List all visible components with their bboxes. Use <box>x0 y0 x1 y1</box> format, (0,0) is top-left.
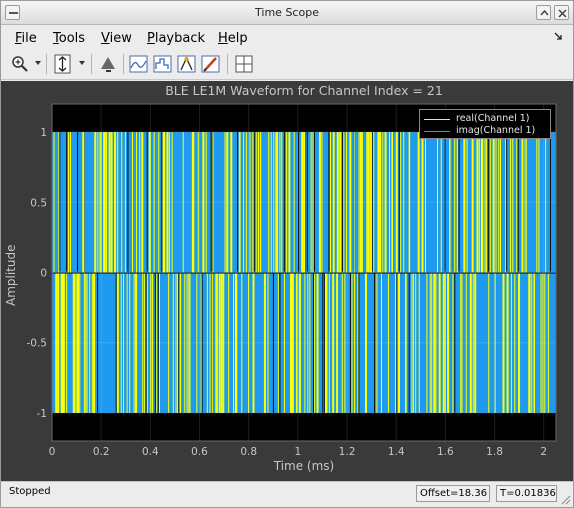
x-tick-label: 0.6 <box>191 446 208 458</box>
scale-dropdown-icon[interactable] <box>78 59 86 67</box>
status-state: Stopped <box>9 486 51 497</box>
x-tick-label: 0.2 <box>93 446 110 458</box>
signal-gap <box>146 132 148 272</box>
legend-line-real <box>424 119 450 120</box>
style-button[interactable] <box>97 53 119 75</box>
maximize-icon <box>540 9 549 16</box>
scale-axes-icon <box>54 54 71 74</box>
menu-view[interactable]: View <box>101 31 132 46</box>
x-tick-label: 1.4 <box>388 446 405 458</box>
y-tick-label: 1 <box>40 127 47 139</box>
close-icon <box>558 9 567 18</box>
x-tick-label: 2 <box>540 446 547 458</box>
signal-gap <box>487 132 489 272</box>
signal-gap <box>66 132 68 272</box>
maximize-button[interactable] <box>536 5 551 20</box>
signal-gap <box>549 132 551 272</box>
signal-gap <box>283 132 285 272</box>
x-tick-label: 0.4 <box>142 446 159 458</box>
x-tick-label: 0 <box>49 446 56 458</box>
status-time: T=0.01836 <box>496 485 557 502</box>
signal-gap <box>161 132 163 272</box>
x-tick-label: 1.6 <box>437 446 454 458</box>
y-tick-label: -1 <box>37 408 47 420</box>
layout-icon <box>235 55 253 73</box>
menu-file[interactable]: File <box>15 31 37 46</box>
signal-gap <box>127 132 129 272</box>
legend-line-imag <box>424 131 450 132</box>
toolbar <box>1 50 573 80</box>
signal-gap <box>306 132 308 272</box>
signal-gap <box>398 132 400 272</box>
signal-gap <box>328 132 330 272</box>
menu-playback-mnemonic: P <box>147 31 155 46</box>
y-tick-label: 0 <box>40 268 47 280</box>
legend-entry-real[interactable]: real(Channel 1) <box>424 113 548 125</box>
x-tick-label: 1 <box>295 446 302 458</box>
menu-file-label: ile <box>21 31 37 46</box>
x-tick-label: 1.8 <box>486 446 503 458</box>
peak-finder-button[interactable] <box>176 53 198 75</box>
signal-gap <box>517 132 519 272</box>
chart-title: BLE LE1M Waveform for Channel Index = 21 <box>165 83 443 98</box>
menu-playback-label: layback <box>154 31 206 46</box>
toolbar-separator <box>227 54 228 74</box>
signal-gap <box>237 132 239 272</box>
signal-gap <box>342 132 344 272</box>
scope-display[interactable]: 0 0.2 0.4 0.6 0.8 1 1.2 1.4 1.6 1.8 2 1 0.5 0 -0.5 -1 B… <box>1 81 573 481</box>
menu-playback[interactable]: Playback <box>147 31 205 46</box>
menu-tools-label: ools <box>58 31 86 46</box>
signal-gap <box>313 132 315 272</box>
style-icon <box>101 57 115 72</box>
y-tick-label: 0.5 <box>30 197 47 209</box>
close-button[interactable] <box>554 5 569 20</box>
menu-help[interactable]: Help <box>218 31 248 46</box>
signal-gap <box>77 132 79 272</box>
toolbar-separator <box>91 54 92 74</box>
x-tick-label: 1.2 <box>339 446 356 458</box>
scale-axes-button[interactable] <box>52 53 74 75</box>
resize-grip-icon[interactable] <box>561 495 571 505</box>
status-bar: Stopped Offset=18.36 T=0.01836 <box>1 481 573 507</box>
window-title: Time Scope <box>255 6 319 19</box>
menu-view-mnemonic: V <box>101 31 110 46</box>
x-tick-label: 0.8 <box>240 446 257 458</box>
signal-gap <box>254 132 256 272</box>
status-offset: Offset=18.36 <box>416 485 490 502</box>
signal-gap <box>458 132 460 272</box>
legend[interactable]: real(Channel 1) imag(Channel 1) <box>419 109 551 139</box>
signal-gap <box>59 132 61 272</box>
waveform-plot[interactable]: 0 0.2 0.4 0.6 0.8 1 1.2 1.4 1.6 1.8 2 1 0.5 0 -0.5 -1 <box>1 81 573 481</box>
layout-button[interactable] <box>233 53 255 75</box>
y-axis-label: Amplitude <box>4 244 18 307</box>
y-tick-label: -0.5 <box>27 338 48 350</box>
cursor-measurements-icon <box>129 55 148 73</box>
zoom-in-icon <box>12 56 28 72</box>
signal-gap <box>210 132 212 272</box>
zoom-dropdown-icon[interactable] <box>34 59 42 67</box>
undock-arrow-icon[interactable] <box>553 31 563 41</box>
menu-help-mnemonic: H <box>218 31 228 46</box>
cursor-measurements-button[interactable] <box>128 53 150 75</box>
legend-label-imag: imag(Channel 1) <box>456 125 536 136</box>
toolbar-separator <box>46 54 47 74</box>
x-axis-label: Time (ms) <box>273 459 335 473</box>
signal-gap <box>506 132 508 272</box>
signal-statistics-icon <box>153 55 172 73</box>
bilevel-measurements-icon <box>201 55 220 73</box>
bilevel-measurements-button[interactable] <box>200 53 222 75</box>
peak-finder-icon <box>177 55 196 73</box>
menu-view-label: iew <box>109 31 132 46</box>
legend-label-real: real(Channel 1) <box>456 113 530 124</box>
time-scope-window: Time Scope File Tools View Playback Help <box>0 0 574 508</box>
menu-bar: File Tools View Playback Help <box>1 26 573 50</box>
zoom-in-button[interactable] <box>9 53 31 75</box>
title-bar[interactable]: Time Scope <box>1 1 573 25</box>
menu-tools[interactable]: Tools <box>53 31 85 46</box>
toolbar-separator <box>123 54 124 74</box>
signal-statistics-button[interactable] <box>152 53 174 75</box>
legend-entry-imag[interactable]: imag(Channel 1) <box>424 125 548 137</box>
menu-help-label: elp <box>227 31 248 46</box>
